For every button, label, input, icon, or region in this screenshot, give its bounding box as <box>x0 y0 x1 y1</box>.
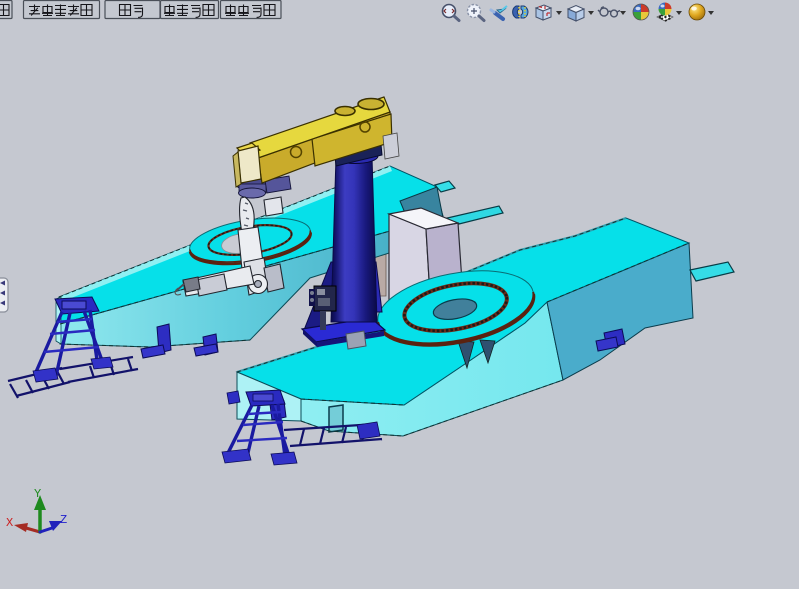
svg-text:Y: Y <box>34 487 41 501</box>
svg-text:X: X <box>6 516 13 530</box>
svg-text:Z: Z <box>60 513 67 527</box>
